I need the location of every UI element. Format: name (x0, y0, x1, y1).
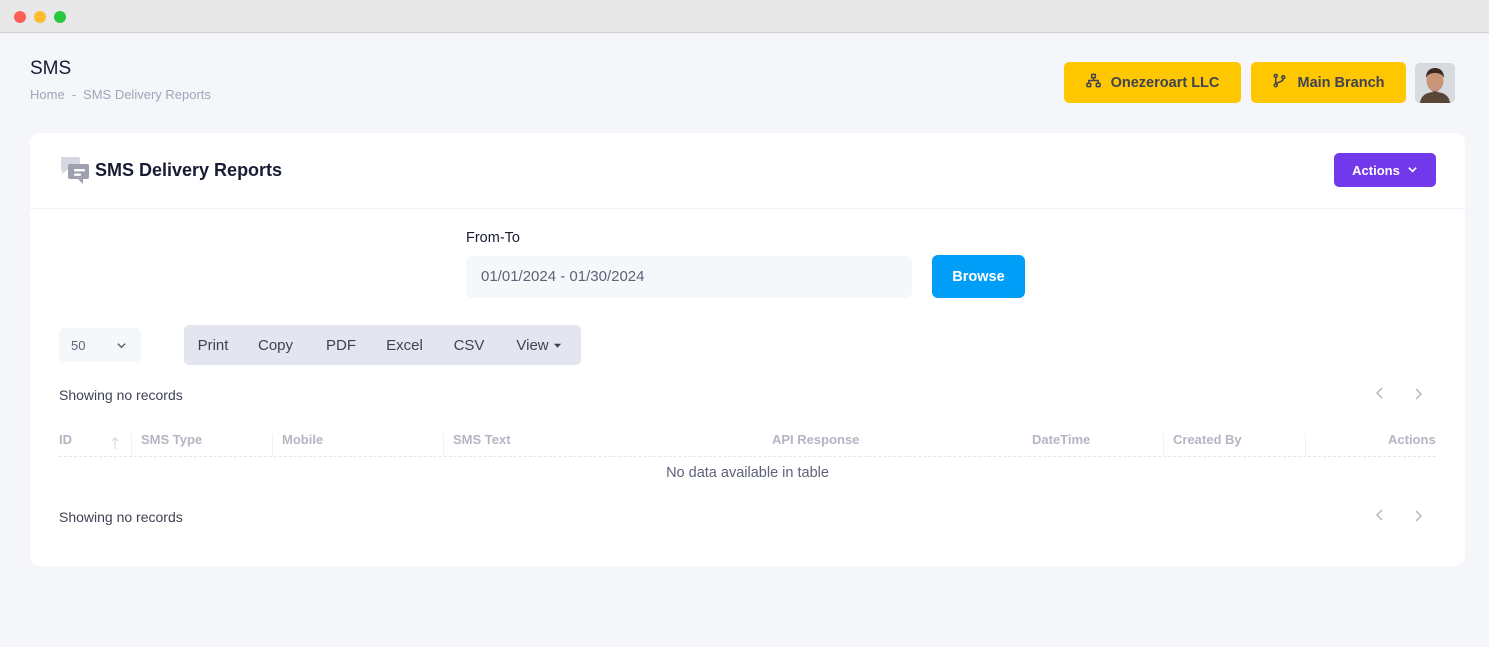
sms-delivery-reports-card: SMS Delivery Reports Actions From-To 01/… (30, 133, 1465, 566)
from-to-label: From-To (466, 230, 520, 246)
branch-button[interactable]: Main Branch (1251, 62, 1406, 103)
column-divider (131, 434, 132, 456)
view-button-label: View (516, 336, 549, 354)
caret-down-icon (553, 337, 562, 354)
column-header-sms-text[interactable]: SMS Text (453, 432, 511, 447)
page-size-value: 50 (71, 337, 86, 353)
chevron-right-icon[interactable] (1411, 509, 1425, 523)
column-header-datetime[interactable]: DateTime (1032, 432, 1090, 447)
close-window-button[interactable] (14, 11, 26, 23)
excel-button[interactable]: Excel (373, 325, 436, 365)
csv-button[interactable]: CSV (436, 325, 502, 365)
user-avatar[interactable] (1415, 63, 1455, 103)
breadcrumb-home-link[interactable]: Home (30, 87, 65, 102)
column-divider (1305, 434, 1306, 456)
column-header-actions: Actions (1388, 432, 1436, 447)
actions-button-label: Actions (1352, 162, 1400, 178)
sort-arrow-icon[interactable] (110, 436, 120, 450)
chevron-left-icon[interactable] (1373, 386, 1387, 400)
sitemap-icon (1085, 73, 1101, 92)
company-button-label: Onezeroart LLC (1110, 74, 1220, 91)
chevron-left-icon[interactable] (1373, 508, 1387, 522)
print-button[interactable]: Print (184, 325, 242, 365)
chevron-down-icon (116, 339, 127, 350)
branch-button-label: Main Branch (1297, 74, 1385, 91)
column-header-mobile[interactable]: Mobile (282, 432, 323, 447)
chevron-down-icon (1407, 163, 1418, 178)
pdf-button[interactable]: PDF (309, 325, 373, 365)
chat-messages-icon (60, 155, 90, 185)
column-divider (272, 434, 273, 456)
table-empty-message: No data available in table (666, 465, 829, 481)
company-button[interactable]: Onezeroart LLC (1064, 62, 1241, 103)
column-divider (443, 434, 444, 456)
export-button-group: Print Copy PDF Excel CSV View (184, 325, 581, 365)
breadcrumb-current: SMS Delivery Reports (83, 87, 211, 102)
breadcrumb-separator: - (71, 87, 77, 102)
minimize-window-button[interactable] (34, 11, 46, 23)
actions-dropdown-button[interactable]: Actions (1334, 153, 1436, 187)
card-header: SMS Delivery Reports Actions (30, 133, 1465, 209)
page-size-select[interactable]: 50 (59, 328, 141, 362)
maximize-window-button[interactable] (54, 11, 66, 23)
column-header-api-response[interactable]: API Response (772, 432, 859, 447)
table-header-border (59, 456, 1436, 457)
card-title: SMS Delivery Reports (95, 160, 283, 180)
copy-button[interactable]: Copy (242, 325, 309, 365)
column-header-created-by[interactable]: Created By (1173, 432, 1242, 447)
table-info-bottom: Showing no records (59, 509, 183, 525)
column-header-sms-type[interactable]: SMS Type (141, 432, 202, 447)
page-title: SMS (30, 58, 72, 79)
code-branch-icon (1272, 73, 1287, 92)
table-info-top: Showing no records (59, 387, 183, 403)
view-columns-button[interactable]: View (502, 325, 576, 365)
breadcrumb: Home - SMS Delivery Reports (30, 87, 211, 102)
column-header-id[interactable]: ID (59, 432, 72, 447)
browse-button[interactable]: Browse (932, 255, 1025, 298)
window-titlebar (0, 0, 1489, 33)
column-divider (1163, 434, 1164, 456)
date-range-input[interactable]: 01/01/2024 - 01/30/2024 (466, 256, 912, 298)
chevron-right-icon[interactable] (1411, 387, 1425, 401)
